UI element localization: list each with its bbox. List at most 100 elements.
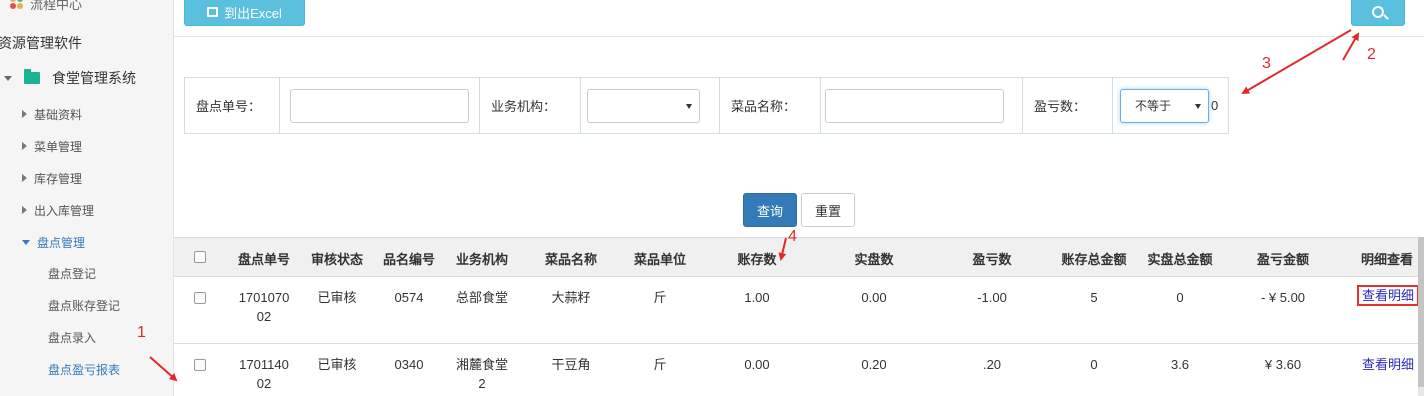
order-no-cell: 1701140 02 xyxy=(229,355,299,393)
scrollbar-thumb[interactable] xyxy=(1418,237,1424,387)
org-label: 业务机构： xyxy=(491,99,557,114)
table-header-row: 盘点单号 审核状态 品名编号 业务机构 菜品名称 菜品单位 账存数 实盘数 盈亏… xyxy=(174,237,1424,277)
chevron-right-icon xyxy=(22,142,27,150)
dish-name-input[interactable] xyxy=(825,88,1004,123)
view-detail-label: 查看明细 xyxy=(1361,357,1414,372)
diff-amount-cell: - ¥ 5.00 xyxy=(1260,290,1306,305)
sidebar-subitem-profit-loss-report[interactable]: 盘点盈亏报表 xyxy=(48,360,120,380)
report-table: 盘点单号 审核状态 品名编号 业务机构 菜品名称 菜品单位 账存数 实盘数 盈亏… xyxy=(174,237,1424,396)
filter-form: 盘点单号： 业务机构： 菜品名称： 盈亏数： 不等于 0 xyxy=(184,77,1229,134)
chevron-right-icon xyxy=(22,174,27,182)
table-row: 1701070 02 已审核 0574 总部食堂 大蒜籽 斤 1.00 0.00 … xyxy=(174,277,1424,344)
query-button[interactable]: 查询 xyxy=(743,193,797,227)
sidebar-item-label: 菜单管理 xyxy=(34,139,83,154)
chevron-down-icon xyxy=(22,239,30,245)
org-cell: 总部食堂 xyxy=(455,290,508,305)
annotation-arrow-3 xyxy=(1241,29,1352,95)
table-header-cell: 业务机构 xyxy=(455,252,508,267)
org-line: 湘麓食堂 xyxy=(455,357,508,372)
sidebar-section-title: 资源管理软件 xyxy=(0,35,82,51)
book-qty-cell: 1.00 xyxy=(744,290,770,305)
code-cell: 0340 xyxy=(394,357,424,372)
status-cell: 已审核 xyxy=(317,290,357,305)
sidebar-item-label: 食堂管理系统 xyxy=(52,70,136,86)
order-no-input[interactable] xyxy=(290,88,469,123)
reset-button[interactable]: 重置 xyxy=(801,193,855,227)
table-header-cell: 盈亏金额 xyxy=(1256,252,1309,267)
table-header-cell: 实盘数 xyxy=(854,252,894,267)
sidebar-item-label: 流程中心 xyxy=(30,0,83,12)
view-detail-link[interactable]: 查看明细 xyxy=(1354,285,1422,306)
sidebar-subitem-book-stock-register[interactable]: 盘点账存登记 xyxy=(48,296,120,316)
filter-label-cell: 业务机构： xyxy=(480,78,581,133)
sidebar-item-label: 基础资料 xyxy=(34,107,83,122)
table-scrollbar[interactable] xyxy=(1418,237,1424,396)
filter-input-cell xyxy=(581,78,720,133)
diff-qty-cell: .20 xyxy=(982,357,1002,372)
row-checkbox[interactable] xyxy=(194,359,206,371)
export-excel-button[interactable]: 到出Excel xyxy=(184,0,305,26)
profit-value: 0 xyxy=(1211,98,1219,113)
table-header-cell: 实盘总金额 xyxy=(1147,252,1213,267)
table-row: 1701140 02 已审核 0340 湘麓食堂 2 干豆角 斤 0.00 0.20… xyxy=(174,344,1424,396)
annotation-number-2: 2 xyxy=(1367,46,1376,63)
order-no-line: 02 xyxy=(256,376,272,391)
sidebar-subitem-stocktake-register[interactable]: 盘点登记 xyxy=(48,264,96,284)
profit-loss-label: 盈亏数： xyxy=(1034,99,1087,114)
filter-input-cell: 不等于 0 xyxy=(1113,78,1228,133)
order-no-line: 1701070 xyxy=(238,290,290,305)
sidebar-item-canteen-system[interactable]: 食堂管理系统 xyxy=(0,68,136,88)
annotation-arrow-2 xyxy=(1342,32,1359,61)
sidebar-item-basic-data[interactable]: 基础资料 xyxy=(22,104,82,124)
select-all-checkbox[interactable] xyxy=(194,251,206,263)
org-line: 2 xyxy=(478,376,486,391)
table-header-cell: 菜品名称 xyxy=(544,252,597,267)
export-excel-label: 到出Excel xyxy=(224,5,282,21)
sidebar-item-menu-management[interactable]: 菜单管理 xyxy=(22,136,82,156)
filter-label-cell: 盈亏数： xyxy=(1023,78,1113,133)
table-header-cell: 账存数 xyxy=(737,252,777,267)
order-no-line: 1701140 xyxy=(239,357,289,372)
sidebar-item-stocktake-management[interactable]: 盘点管理 xyxy=(22,232,85,252)
dish-cell: 大蒜籽 xyxy=(551,290,591,305)
profit-operator-value: 不等于 xyxy=(1135,99,1172,113)
table-header-cell: 菜品单位 xyxy=(633,252,686,267)
diff-qty-cell: -1.00 xyxy=(977,290,1007,305)
book-amount-cell: 0 xyxy=(1090,357,1098,372)
org-select[interactable] xyxy=(587,88,700,123)
order-no-cell: 1701070 02 xyxy=(229,288,299,326)
sidebar-item-inventory-management[interactable]: 库存管理 xyxy=(22,168,82,188)
unit-cell: 斤 xyxy=(653,357,667,372)
actual-amount-cell: 3.6 xyxy=(1170,357,1190,372)
order-no-line: 02 xyxy=(256,309,272,324)
status-cell: 已审核 xyxy=(317,357,357,372)
annotation-number-4: 4 xyxy=(788,228,797,245)
table-header-cell: 审核状态 xyxy=(310,252,363,267)
sidebar-item-stock-in-out[interactable]: 出入库管理 xyxy=(22,200,94,220)
annotation-number-1: 1 xyxy=(137,324,146,341)
chevron-down-icon xyxy=(4,75,12,81)
search-toggle-button[interactable] xyxy=(1351,0,1405,26)
actual-qty-cell: 0.20 xyxy=(861,357,887,372)
filter-label-cell: 盘点单号： xyxy=(185,78,280,133)
dish-name-label: 菜品名称： xyxy=(731,99,797,114)
app-root: 流程中心 资源管理软件 食堂管理系统 基础资料 菜单管理 库存管理 出入库管理 … xyxy=(0,0,1424,396)
table-header-cell: 明细查看 xyxy=(1360,252,1413,267)
actual-amount-cell: 0 xyxy=(1176,290,1184,305)
profit-operator-select[interactable]: 不等于 xyxy=(1120,88,1209,123)
table-header-cell: 账存总金额 xyxy=(1061,252,1127,267)
sidebar-item-workflow[interactable]: 流程中心 xyxy=(0,0,82,14)
diff-amount-cell: ¥ 3.60 xyxy=(1264,357,1302,372)
dish-cell: 干豆角 xyxy=(551,357,591,372)
chevron-right-icon xyxy=(22,110,27,118)
row-checkbox[interactable] xyxy=(194,292,206,304)
sidebar-item-label: 出入库管理 xyxy=(34,203,95,218)
chevron-right-icon xyxy=(22,206,27,214)
code-cell: 0574 xyxy=(394,290,424,305)
sidebar-item-label: 盘点管理 xyxy=(37,235,86,250)
order-no-label: 盘点单号： xyxy=(196,99,262,114)
sidebar-subitem-stocktake-entry[interactable]: 盘点录入 xyxy=(48,328,96,348)
filter-label-cell: 菜品名称： xyxy=(720,78,821,133)
view-detail-link[interactable]: 查看明细 xyxy=(1354,355,1422,374)
actual-qty-cell: 0.00 xyxy=(861,290,887,305)
